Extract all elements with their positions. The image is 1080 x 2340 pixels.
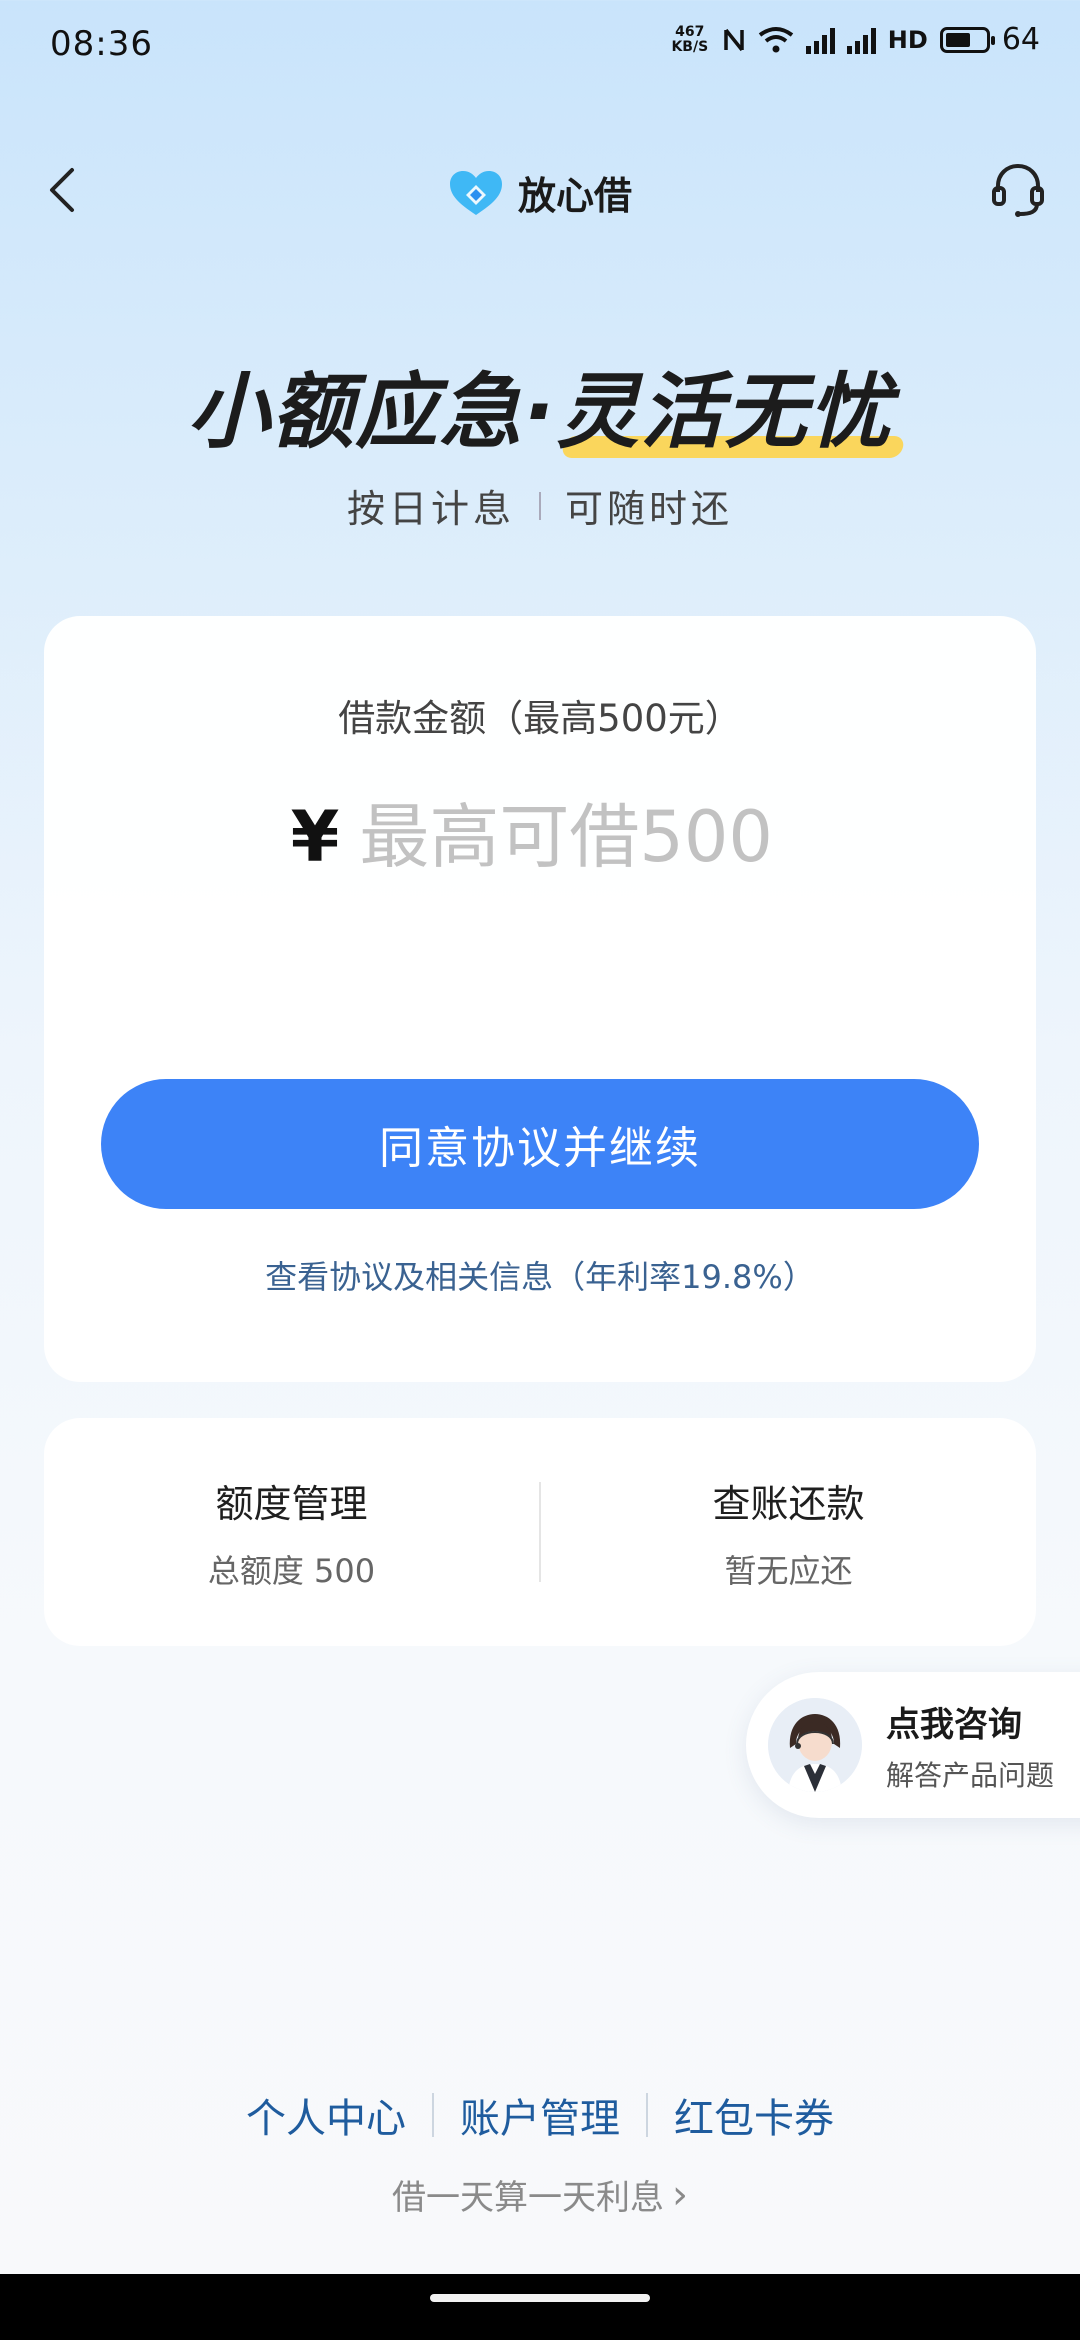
- hero-subtitle: 按日计息 可随时还: [0, 478, 1080, 533]
- hero-title-highlight: 灵活无忧: [557, 345, 893, 464]
- bill-repay-title: 查账还款: [712, 1481, 865, 1526]
- brand-logo-icon: [449, 170, 502, 215]
- interest-note-link[interactable]: 借一天算一天利息 ›: [0, 2170, 1080, 2219]
- status-time: 08:36: [50, 24, 153, 64]
- signal-4g-icon: [805, 26, 835, 54]
- agree-continue-button[interactable]: 同意协议并继续: [101, 1079, 979, 1209]
- view-protocol-link[interactable]: 查看协议及相关信息（年利率19.8%）: [44, 1252, 1036, 1298]
- system-nav-bar: [0, 2274, 1080, 2340]
- wifi-icon: [758, 26, 793, 52]
- amount-row: ¥: [44, 796, 1036, 878]
- consult-title: 点我咨询: [886, 1704, 1022, 1745]
- loan-amount-input[interactable]: [359, 796, 790, 878]
- currency-symbol: ¥: [290, 796, 340, 878]
- hero-sub-right: 可随时还: [565, 487, 734, 531]
- coupons-link[interactable]: 红包卡券: [674, 2086, 834, 2144]
- battery-level: 64: [1001, 22, 1040, 57]
- repay-status-text: 暂无应还: [724, 1551, 853, 1590]
- link-separator: [646, 2093, 648, 2137]
- hero-title-part1: 小额应急·: [187, 365, 557, 460]
- headset-icon: [992, 163, 1044, 217]
- chevron-right-icon: ›: [672, 2171, 688, 2218]
- bill-repay-button[interactable]: 查账还款 暂无应还: [541, 1473, 1036, 1592]
- link-separator: [432, 2093, 434, 2137]
- network-speed-unit: KB/S: [671, 38, 709, 55]
- interest-note-text: 借一天算一天利息: [392, 2178, 664, 2218]
- quota-card: 额度管理 总额度 500 查账还款 暂无应还: [44, 1418, 1036, 1646]
- quota-management-button[interactable]: 额度管理 总额度 500: [44, 1473, 539, 1592]
- home-indicator[interactable]: [430, 2294, 650, 2302]
- customer-service-button[interactable]: [986, 158, 1050, 222]
- consult-widget[interactable]: 点我咨询 解答产品问题: [746, 1672, 1080, 1818]
- account-management-link[interactable]: 账户管理: [460, 2086, 620, 2144]
- bottom-links: 个人中心 账户管理 红包卡券: [0, 2086, 1080, 2144]
- nfc-icon: [724, 28, 744, 51]
- total-quota-text: 总额度 500: [207, 1551, 376, 1590]
- loan-amount-label: 借款金额（最高500元）: [338, 697, 742, 740]
- consult-subtitle: 解答产品问题: [886, 1758, 1055, 1792]
- hd-label: HD: [887, 25, 928, 54]
- agent-avatar: [768, 1698, 862, 1792]
- network-speed-value: 467: [675, 23, 705, 40]
- network-speed: 467 KB/S: [670, 23, 710, 55]
- status-icons: 467 KB/S HD 64: [670, 22, 1040, 57]
- brand: 放心借: [0, 165, 1080, 220]
- loan-card: 借款金额（最高500元） ¥ 同意协议并继续 查看协议及相关信息（年利率19.8…: [44, 616, 1036, 1382]
- personal-center-link[interactable]: 个人中心: [246, 2086, 406, 2144]
- hero-sub-divider: [539, 491, 541, 520]
- consult-text: 点我咨询 解答产品问题: [886, 1697, 1054, 1794]
- top-nav: 放心借: [0, 140, 1080, 240]
- quota-management-title: 额度管理: [215, 1481, 368, 1526]
- hero-sub-left: 按日计息: [346, 487, 515, 531]
- brand-name: 放心借: [517, 174, 632, 218]
- hero-title: 小额应急·灵活无忧: [0, 345, 1080, 464]
- battery-icon: [939, 26, 995, 53]
- signal-4g-icon: [846, 26, 876, 54]
- status-bar: 08:36 467 KB/S HD 64: [0, 0, 1080, 90]
